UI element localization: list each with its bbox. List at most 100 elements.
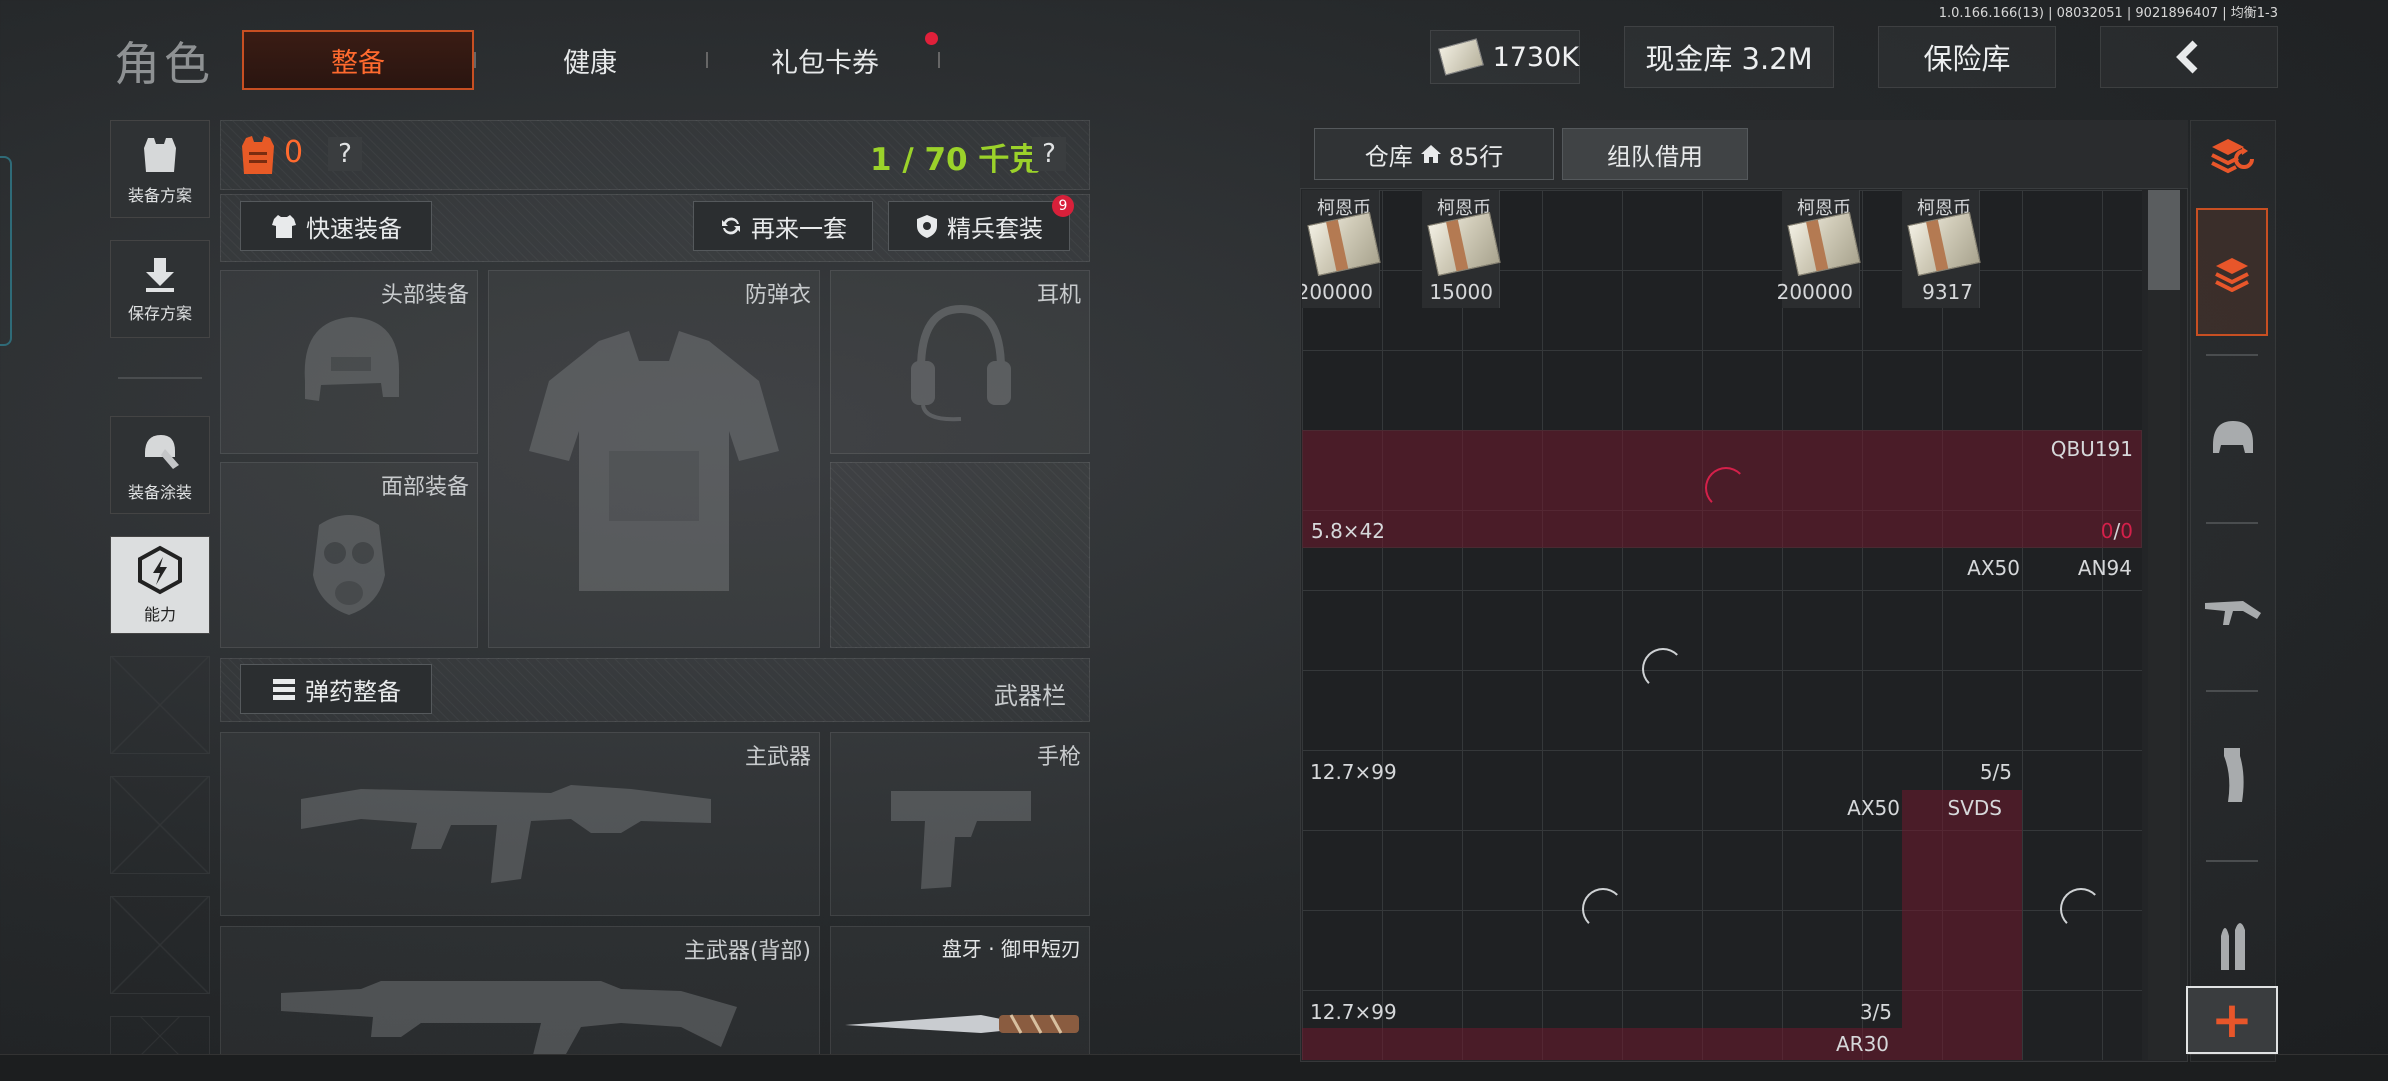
empty-plan-slot[interactable]	[110, 776, 210, 874]
money-item[interactable]: 柯恩币 200000	[1302, 190, 1381, 308]
tab-gift-cards[interactable]: 礼包卡券	[750, 40, 900, 80]
vest-icon	[144, 138, 176, 172]
repeat-set-label: 再来一套	[751, 214, 847, 243]
equipment-paint-button[interactable]: 装备涂装	[110, 416, 210, 514]
repeat-set-button[interactable]: 再来一套	[693, 201, 873, 251]
elite-set-button[interactable]: 精兵套装	[888, 201, 1070, 251]
weapon-name: AX50	[1847, 796, 1900, 820]
armor-vest-icon	[242, 136, 274, 174]
ammo-equip-button[interactable]: 弹药整备	[240, 664, 432, 714]
empty-plan-slot[interactable]	[110, 656, 210, 754]
head-gear-slot[interactable]: 头部装备	[220, 270, 478, 454]
warehouse-label: 仓库	[1364, 142, 1413, 171]
rifle-icon	[281, 981, 737, 1063]
weapon-name: AX50	[1967, 556, 2020, 580]
weapon-item-ax50[interactable]: AX50 12.7×99 5/5	[1302, 550, 2022, 788]
back-weapon-label: 主武器(背部)	[683, 939, 811, 964]
scrollbar-thumb[interactable]	[2148, 190, 2180, 290]
empty-plan-slot[interactable]	[110, 1016, 210, 1056]
download-icon	[146, 258, 174, 292]
ability-label: 能力	[143, 605, 176, 624]
pistol-icon	[891, 791, 1031, 889]
paint-helmet-icon	[145, 435, 179, 469]
caliber-label: 12.7×99	[1310, 1000, 1397, 1024]
sidebar-divider	[2206, 690, 2258, 692]
weapon-item-svds[interactable]: SVDS	[1902, 790, 2022, 1028]
back-weapon-slot[interactable]: 主武器(背部)	[220, 926, 820, 1063]
tab-equip[interactable]: 整备	[242, 30, 474, 90]
magazine-icon	[2224, 748, 2244, 802]
sidebar-divider	[2206, 860, 2258, 862]
add-category-button[interactable]: +	[2186, 986, 2278, 1054]
armor-count: 0	[284, 135, 304, 170]
body-armor-slot[interactable]: 防弹衣	[488, 270, 820, 648]
primary-weapon-slot[interactable]: 主武器	[220, 732, 820, 916]
page-title: 角色	[114, 37, 214, 91]
notification-dot	[925, 32, 938, 45]
rifle-icon	[2205, 601, 2261, 625]
weapon-item-ar30[interactable]: AR30	[1302, 1028, 2022, 1060]
tab-health-label: 健康	[563, 47, 617, 79]
melee-slot[interactable]: 盘牙 · 御甲短刃	[830, 926, 1090, 1062]
weapon-item-ax50-2[interactable]: AX50 12.7×99 3/5	[1302, 790, 1902, 1028]
weapon-item-an94[interactable]: AN94	[2022, 550, 2142, 788]
tab-equip-label: 整备	[331, 47, 385, 79]
help-icon: ?	[338, 139, 352, 169]
chevron-left-icon	[2176, 40, 2198, 74]
currency-amount: 1730K	[1492, 41, 1579, 73]
home-icon	[1420, 145, 1441, 163]
money-item[interactable]: 柯恩币 9317	[1902, 190, 1981, 308]
team-borrow-tab[interactable]: 组队借用	[1562, 128, 1748, 180]
loadout-plan-button[interactable]: 装备方案	[110, 120, 210, 218]
money-item[interactable]: 柯恩币 200000	[1777, 190, 1861, 308]
category-weapon[interactable]	[2200, 574, 2266, 640]
team-borrow-label: 组队借用	[1607, 142, 1703, 171]
quick-equip-button[interactable]: 快速装备	[240, 201, 432, 251]
face-gear-slot[interactable]: 面部装备	[220, 462, 478, 648]
money-item[interactable]: 柯恩币 15000	[1422, 190, 1501, 308]
money-amount: 15000	[1429, 280, 1493, 304]
inventory-grid[interactable]: 柯恩币 200000 柯恩币 15000 柯恩币 200000 柯恩币 9317…	[1302, 190, 2142, 1060]
headset-icon	[911, 304, 1011, 422]
headset-slot[interactable]: 耳机	[830, 270, 1090, 454]
ability-button[interactable]: 能力	[110, 536, 210, 634]
category-all[interactable]	[2196, 208, 2268, 336]
pistol-slot[interactable]: 手枪	[830, 732, 1090, 916]
weapon-name: AN94	[2077, 556, 2132, 580]
insurance-vault-button[interactable]: 保险库	[1878, 26, 2056, 88]
gas-mask-icon	[313, 515, 385, 615]
armor-help-button[interactable]: ?	[328, 137, 362, 171]
money-amount: 200000	[1776, 280, 1853, 304]
version-label: 1.0.166.166(13) | 08032051 | 9021896407 …	[1938, 6, 2278, 21]
sidebar-divider	[2206, 522, 2258, 524]
edge-tab[interactable]	[0, 156, 12, 346]
category-helmet[interactable]	[2200, 404, 2266, 470]
empty-gear-slot[interactable]	[830, 462, 1090, 648]
weight-help-button[interactable]: ?	[1032, 137, 1066, 171]
weapon-name: SVDS	[1947, 796, 2002, 820]
currency-display[interactable]: 1730K	[1430, 30, 1580, 84]
category-ammo[interactable]	[2200, 912, 2266, 978]
shirt-icon	[272, 215, 296, 238]
tab-divider	[706, 52, 708, 68]
ammo-count: 5/5	[1979, 760, 2012, 784]
sidebar-divider	[118, 377, 202, 379]
category-magazine[interactable]	[2200, 742, 2266, 808]
sort-refresh-button[interactable]	[2200, 122, 2266, 188]
ability-icon	[138, 545, 182, 595]
tab-health[interactable]: 健康	[520, 40, 660, 80]
caliber-label: 5.8×42	[1311, 519, 1386, 543]
weapon-item-qbu191[interactable]: QBU191 5.8×42 0/0	[1302, 430, 2142, 548]
quick-equip-label: 快速装备	[306, 214, 402, 243]
tab-divider	[938, 52, 940, 68]
inventory-scrollbar[interactable]	[2148, 190, 2180, 1060]
ammo-equip-label: 弹药整备	[305, 677, 401, 706]
loading-spinner	[1705, 467, 1747, 509]
save-plan-button[interactable]: 保存方案	[110, 240, 210, 338]
cash-vault-label: 现金库 3.2M	[1645, 42, 1813, 76]
cash-vault-button[interactable]: 现金库 3.2M	[1624, 26, 1834, 88]
back-button[interactable]	[2100, 26, 2278, 88]
ammo-list-icon	[273, 679, 295, 700]
warehouse-tab[interactable]: 仓库 85行	[1314, 128, 1554, 180]
empty-plan-slot[interactable]	[110, 896, 210, 994]
